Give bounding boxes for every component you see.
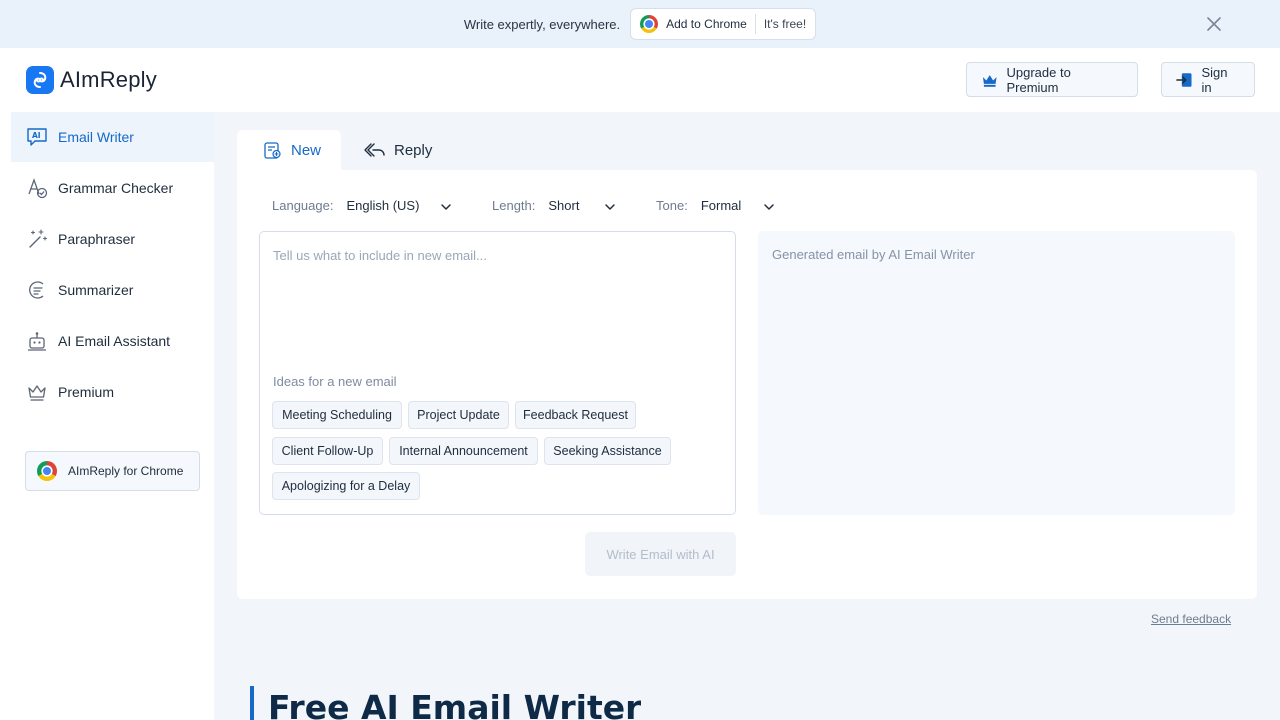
sidebar-item-label: Email Writer [58,129,134,145]
ai-chat-icon: AI [25,125,49,149]
sidebar-item-paraphraser[interactable]: Paraphraser [11,214,214,264]
length-value: Short [548,198,580,213]
language-value: English (US) [346,198,420,213]
idea-chip[interactable]: Internal Announcement [389,437,538,465]
language-label: Language: [272,198,334,213]
sidebar-item-ai-email-assistant[interactable]: AI Email Assistant [11,316,214,366]
tone-select[interactable]: Tone: Formal [656,198,774,213]
chrome-extension-label: AImReply for Chrome [68,464,184,478]
summarize-icon [25,278,49,302]
add-to-chrome-label: Add to Chrome [666,14,756,34]
chrome-extension-link[interactable]: AImReply for Chrome [25,451,200,491]
idea-chip[interactable]: Client Follow-Up [272,437,383,465]
email-prompt-placeholder: Tell us what to include in new email... [273,248,487,263]
tone-label: Tone: [656,198,688,213]
sign-in-icon [1176,72,1192,87]
chrome-icon [640,15,659,33]
sidebar-item-premium[interactable]: Premium [11,367,214,417]
sidebar-item-label: Grammar Checker [58,180,174,196]
logo-icon [26,66,54,94]
idea-chip[interactable]: Seeking Assistance [544,437,671,465]
chevron-down-icon [764,204,774,210]
banner-text: Write expertly, everywhere. [463,16,621,32]
upgrade-premium-button[interactable]: Upgrade to Premium [966,62,1138,97]
page-title: Free AI Email Writer [268,688,642,720]
sidebar-item-email-writer[interactable]: AI Email Writer [11,112,214,162]
length-select[interactable]: Length: Short [492,198,615,213]
sidebar-item-label: Paraphraser [58,231,136,247]
chrome-icon [37,461,57,481]
idea-chip[interactable]: Feedback Request [515,401,636,429]
language-select[interactable]: Language: English (US) [272,198,451,213]
generated-email-placeholder: Generated email by AI Email Writer [772,247,975,262]
sidebar-item-grammar-checker[interactable]: Grammar Checker [11,163,214,213]
sidebar-item-summarizer[interactable]: Summarizer [11,265,214,315]
sidebar-item-label: Summarizer [58,282,134,298]
sign-in-button[interactable]: Sign in [1161,62,1255,97]
sidebar-item-label: AI Email Assistant [58,333,171,349]
tab-new[interactable]: New [237,130,341,170]
reply-icon [364,143,385,157]
tone-value: Formal [700,198,742,213]
chevron-down-icon [605,204,615,210]
ideas-label: Ideas for a new email [273,374,397,389]
email-prompt-input[interactable]: Tell us what to include in new email... … [259,231,736,515]
sidebar-item-label: Premium [58,384,115,400]
sidebar: AI Email Writer Grammar Checker Paraphra… [0,112,214,720]
chevron-down-icon [441,204,451,210]
new-email-icon [264,142,281,159]
upgrade-premium-label: Upgrade to Premium [1006,64,1071,95]
tab-new-label: New [291,141,322,159]
tab-reply[interactable]: Reply [364,130,454,170]
generated-email-output: Generated email by AI Email Writer [758,231,1235,515]
site-header: AImReply Upgrade to Premium Sign in [0,48,1280,112]
add-to-chrome-button[interactable]: Add to Chrome It's free! [630,8,817,40]
write-email-button[interactable]: Write Email with AI [585,532,736,576]
robot-icon [25,329,49,353]
close-banner-icon[interactable] [1204,14,1224,34]
grammar-icon [25,176,49,200]
email-writer-panel: Language: English (US) Length: Short Ton… [237,170,1257,599]
send-feedback-link[interactable]: Send feedback [1151,612,1231,626]
svg-text:AI: AI [32,131,41,140]
length-label: Length: [492,198,536,213]
tab-reply-label: Reply [394,141,433,159]
its-free-label: It's free! [763,17,807,31]
crown-icon [982,74,997,87]
promo-banner: Write expertly, everywhere. Add to Chrom… [0,0,1280,48]
brand-logo[interactable]: AImReply [26,66,157,94]
crown-icon [25,380,49,404]
brand-name: AImReply [60,67,157,92]
wand-icon [25,227,49,251]
hero-heading: Free AI Email Writer [250,686,641,720]
idea-chip[interactable]: Meeting Scheduling [272,401,402,429]
idea-chip[interactable]: Project Update [408,401,509,429]
idea-chip[interactable]: Apologizing for a Delay [272,472,420,500]
sign-in-label: Sign in [1201,64,1228,95]
